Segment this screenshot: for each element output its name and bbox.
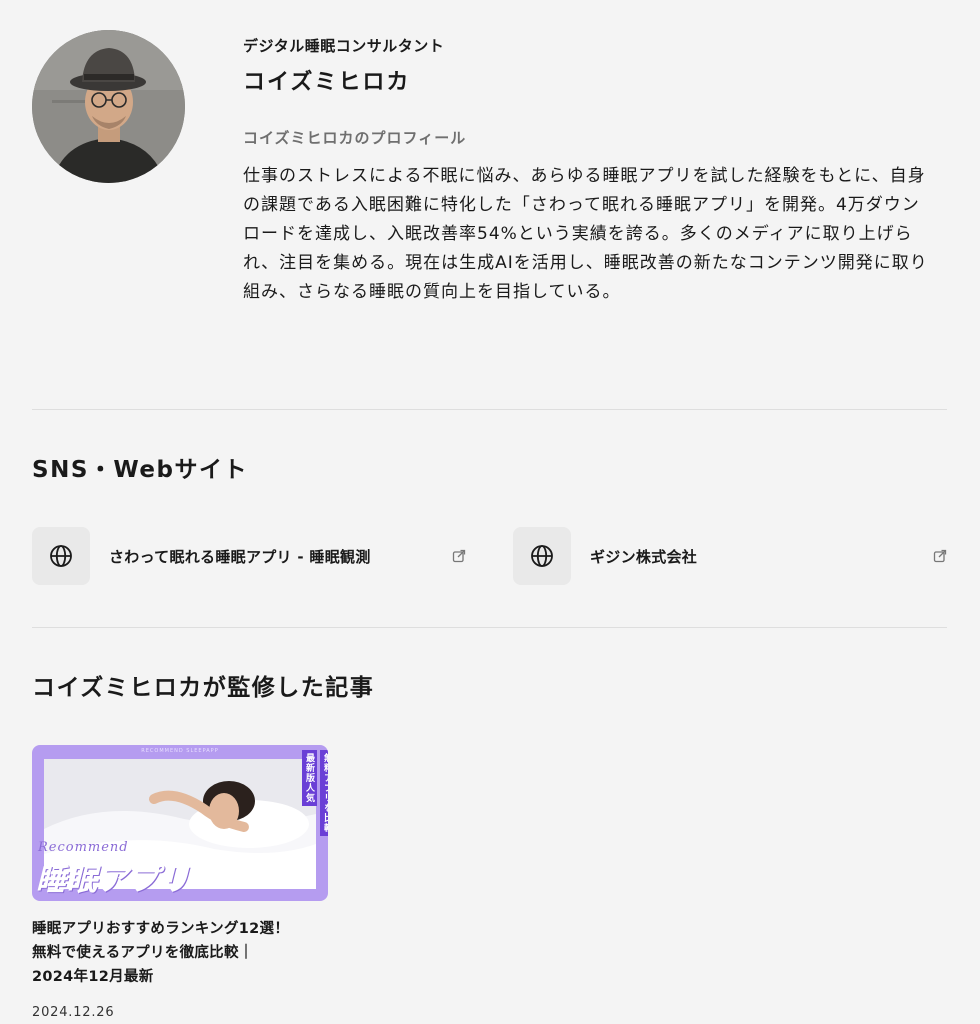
author-name: コイズミヒロカ	[243, 70, 411, 95]
sns-section-title: SNS・Webサイト	[32, 457, 248, 483]
article-title[interactable]: 睡眠アプリおすすめランキング12選！ 無料で使えるアプリを徹底比較｜ 2024年…	[32, 917, 332, 989]
thumb-tag: 無料アプリを比較	[320, 750, 328, 836]
article-title-line: 無料で使えるアプリを徹底比較｜	[32, 945, 254, 961]
articles-section-title: コイズミヒロカが監修した記事	[32, 675, 375, 701]
author-role: デジタル睡眠コンサルタント	[243, 37, 445, 55]
author-page: デジタル睡眠コンサルタント コイズミヒロカ コイズミヒロカのプロフィール 仕事の…	[0, 0, 980, 1024]
external-link-icon	[452, 549, 466, 563]
thumb-title-text: 睡眠アプリ	[36, 863, 191, 898]
article-title-line: 2024年12月最新	[32, 969, 154, 985]
thumb-script-text: Recommend	[38, 840, 129, 855]
article-thumbnail[interactable]: RECOMMEND SLEEPAPP 無料アプリを比較 最新版人気 Recomm…	[32, 745, 328, 901]
profile-info: デジタル睡眠コンサルタント コイズミヒロカ コイズミヒロカのプロフィール 仕事の…	[243, 36, 948, 307]
thumb-caption: RECOMMEND SLEEPAPP	[141, 748, 219, 754]
thumb-tag: 最新版人気	[302, 750, 317, 806]
avatar	[32, 30, 185, 183]
globe-icon	[513, 527, 571, 585]
article-date: 2024.12.26	[32, 1005, 115, 1020]
profile-heading: コイズミヒロカのプロフィール	[243, 129, 467, 147]
sns-link-gijin[interactable]: ギジン株式会社	[513, 527, 947, 585]
sns-link-label: ギジン株式会社	[590, 547, 698, 566]
author-bio: 仕事のストレスによる不眠に悩み、あらゆる睡眠アプリを試した経験をもとに、自身の課…	[243, 166, 928, 302]
article-card[interactable]: RECOMMEND SLEEPAPP 無料アプリを比較 最新版人気 Recomm…	[32, 745, 328, 1020]
sns-link-sleep-app[interactable]: さわって眠れる睡眠アプリ - 睡眠観測	[32, 527, 466, 585]
section-divider	[32, 409, 947, 410]
article-title-line: 睡眠アプリおすすめランキング12選！	[32, 921, 290, 937]
external-link-icon	[933, 549, 947, 563]
globe-icon	[32, 527, 90, 585]
sns-link-label: さわって眠れる睡眠アプリ - 睡眠観測	[109, 547, 371, 566]
section-divider	[32, 627, 947, 628]
